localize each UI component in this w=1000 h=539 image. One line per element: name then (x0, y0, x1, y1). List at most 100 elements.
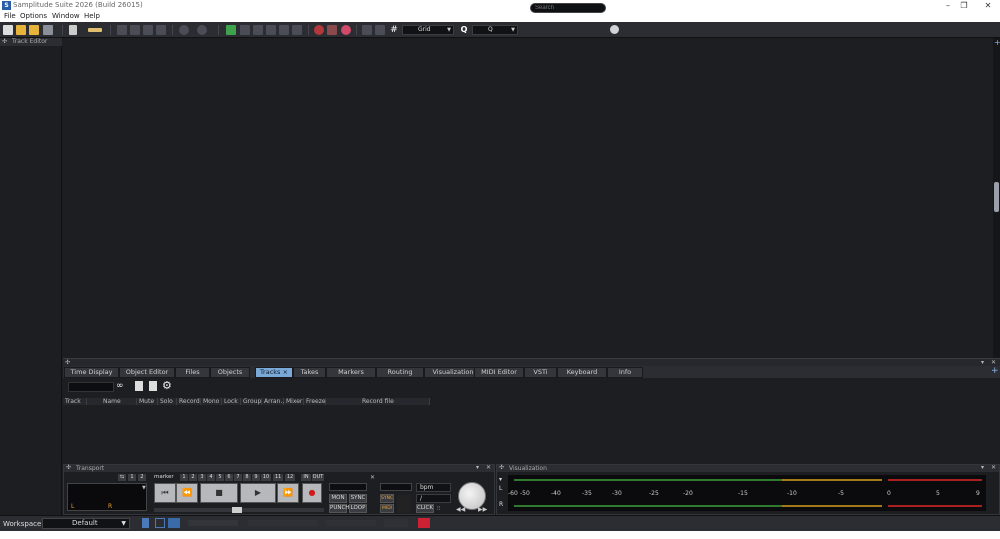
metronome-settings-icon[interactable]: ⫶⫶ (437, 505, 440, 513)
tab-time-display[interactable]: Time Display (64, 367, 119, 378)
marker-2-button[interactable]: 2 (189, 474, 197, 481)
marker-10-button[interactable]: 10 (261, 474, 271, 481)
panel-close-icon[interactable]: ✕ (486, 464, 491, 472)
grid-select[interactable]: Grid ▼ (402, 25, 454, 35)
tab-files[interactable]: Files (175, 367, 210, 378)
column-mute[interactable]: Mute (137, 398, 158, 405)
record-button[interactable]: ● (302, 483, 322, 503)
gear-icon[interactable]: ⚙ (162, 380, 172, 391)
record-icon[interactable] (314, 25, 324, 35)
column-solo[interactable]: Solo (158, 398, 177, 405)
time-format-select[interactable] (380, 483, 412, 491)
preset-1-button[interactable]: 1 (128, 474, 136, 481)
zoom-buttons-group[interactable] (326, 520, 376, 526)
marker-9-button[interactable]: 9 (252, 474, 260, 481)
fast-forward-button[interactable]: ⏩ (277, 483, 299, 503)
marker-7-button[interactable]: 7 (234, 474, 242, 481)
marker-3-button[interactable]: 3 (198, 474, 206, 481)
ungroup-icon[interactable] (266, 25, 276, 35)
chevron-down-icon[interactable]: ▼ (142, 485, 146, 491)
track-template-icon[interactable] (149, 381, 157, 391)
new-file-icon[interactable] (3, 25, 13, 35)
group-icon[interactable] (253, 25, 263, 35)
meter-mode-icon[interactable]: ▾ (499, 476, 502, 483)
menu-window[interactable]: Window (52, 12, 80, 20)
midi-led-button[interactable]: MIDI (380, 504, 394, 513)
restore-button[interactable]: ❐ (954, 0, 974, 11)
column-record[interactable]: Record (177, 398, 201, 405)
column-mono[interactable]: Mono (201, 398, 222, 405)
layout-icon[interactable] (142, 518, 149, 528)
save-icon[interactable] (29, 25, 39, 35)
view-buttons-group[interactable] (188, 520, 238, 526)
track-name-input[interactable] (68, 382, 114, 392)
sync-source-select[interactable] (329, 483, 367, 491)
scrub-toggle[interactable] (384, 519, 408, 527)
mixer-view-icon[interactable] (168, 518, 180, 528)
marker-4-button[interactable]: 4 (207, 474, 215, 481)
marker-8-button[interactable]: 8 (243, 474, 251, 481)
punch-icon[interactable] (327, 25, 337, 35)
panel-pin-icon[interactable]: ▾ (476, 464, 479, 472)
scrub-icon[interactable] (375, 25, 385, 35)
redo-icon[interactable] (197, 25, 207, 35)
mute-object-icon[interactable] (292, 25, 302, 35)
workspace-select[interactable]: Default ▼ (42, 518, 130, 529)
punch-button[interactable]: PUNCH (329, 504, 349, 513)
fade-icon[interactable] (279, 25, 289, 35)
preset-2-button[interactable]: 2 (138, 474, 146, 481)
time-display[interactable]: L R ▼ (67, 483, 147, 511)
close-button[interactable]: ✕ (978, 0, 998, 11)
shuttle-forward-icon[interactable]: ▶▶ (478, 506, 487, 513)
open-folder-icon[interactable] (16, 25, 26, 35)
tab-tracks[interactable]: Tracks × (255, 367, 293, 378)
project-icon[interactable] (43, 25, 53, 35)
add-track-icon[interactable]: + (994, 39, 1000, 47)
add-tab-icon[interactable]: + (991, 367, 999, 376)
scrollbar-thumb[interactable] (994, 182, 999, 212)
arranger-area[interactable] (63, 38, 993, 358)
column-record-file[interactable]: Record file (326, 398, 430, 405)
dock-handle-icon[interactable]: ✣ (2, 38, 7, 46)
dock-handle-icon[interactable]: ✣ (66, 464, 71, 472)
binoculars-icon[interactable]: ∞ (116, 382, 128, 391)
paste-icon[interactable] (143, 25, 153, 35)
rewind-button[interactable]: ⏪ (176, 483, 198, 503)
delete-icon[interactable] (156, 25, 166, 35)
search-input[interactable] (530, 3, 606, 13)
grid-layout-icon[interactable] (155, 518, 165, 528)
loop-button[interactable]: LOOP (349, 504, 367, 513)
search-icon[interactable] (610, 25, 619, 34)
column-track[interactable]: Track (63, 398, 87, 405)
column-group[interactable]: Group (241, 398, 262, 405)
tab-takes[interactable]: Takes (293, 367, 326, 378)
expand-icon[interactable]: ✕ (370, 474, 375, 481)
play-button[interactable]: ▶ (240, 483, 276, 503)
tab-vsti[interactable]: VSTi (524, 367, 557, 378)
menu-file[interactable]: File (4, 12, 16, 20)
cut-icon[interactable] (117, 25, 127, 35)
split-icon[interactable] (226, 25, 236, 35)
heal-icon[interactable] (240, 25, 250, 35)
copy-icon[interactable] (130, 25, 140, 35)
color-tool-icon[interactable] (418, 518, 430, 528)
tempo-field[interactable]: bpm (416, 483, 451, 492)
click-button[interactable]: CLICK (416, 504, 434, 513)
column-freeze[interactable]: Freeze (304, 398, 326, 405)
column-mixer[interactable]: Mixer (284, 398, 304, 405)
go-to-start-button[interactable]: ⏮ (154, 483, 176, 503)
marker-5-button[interactable]: 5 (216, 474, 224, 481)
edit-buttons-group[interactable] (248, 520, 318, 526)
marker-6-button[interactable]: 6 (225, 474, 233, 481)
tab-markers[interactable]: Markers (326, 367, 376, 378)
column-lock[interactable]: Lock (222, 398, 241, 405)
undo-icon[interactable] (179, 25, 189, 35)
tab-close-icon[interactable]: × (283, 368, 288, 376)
tab-object-editor[interactable]: Object Editor (119, 367, 175, 378)
time-signature-field[interactable]: / (416, 494, 451, 503)
preset-button[interactable]: ⇆ (118, 474, 126, 481)
snap-icon[interactable] (362, 25, 372, 35)
tab-keyboard[interactable]: Keyboard (557, 367, 607, 378)
range-tool-icon[interactable] (88, 28, 102, 32)
menu-help[interactable]: Help (84, 12, 100, 20)
